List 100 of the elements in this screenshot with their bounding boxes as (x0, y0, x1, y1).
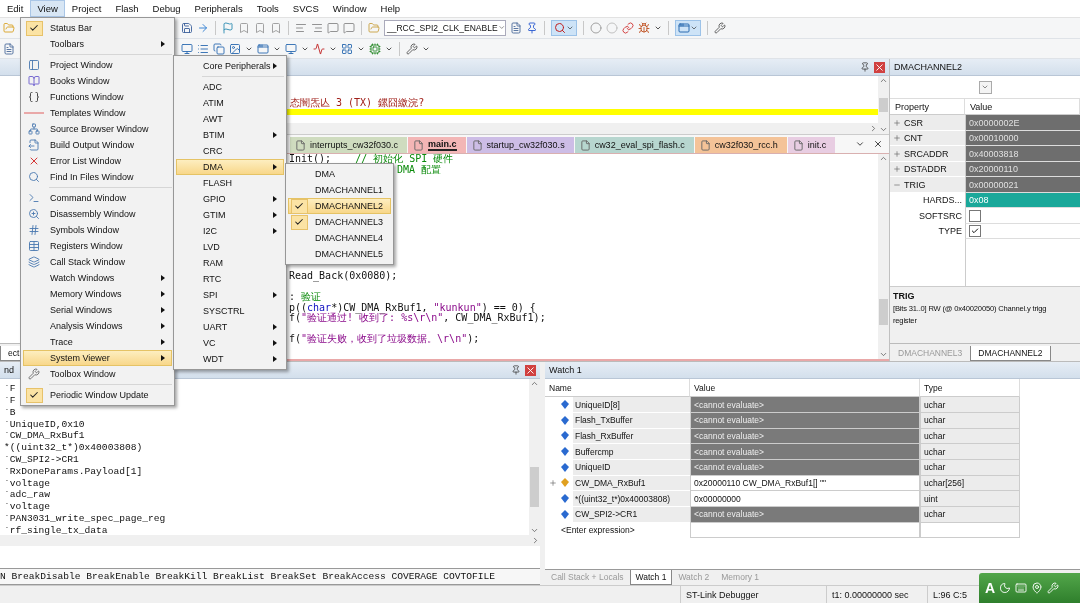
menu-item[interactable]: SPI (176, 287, 284, 303)
checkbox[interactable] (969, 225, 981, 238)
bookmark-icon[interactable] (238, 21, 250, 34)
folder-icon[interactable] (3, 21, 15, 34)
menu-item[interactable]: BTIM (176, 127, 284, 143)
menu-item[interactable]: ATIM (176, 95, 284, 111)
menu-item[interactable]: GTIM (176, 207, 284, 223)
flag-icon[interactable] (222, 21, 234, 34)
menu-item[interactable]: DMACHANNEL1 (288, 182, 391, 198)
file-tab[interactable]: main.c (408, 137, 466, 154)
vertical-scrollbar[interactable] (878, 154, 889, 360)
menu-title[interactable]: Debug (145, 0, 188, 17)
menu-item[interactable]: Periodic Window Update (23, 387, 172, 403)
breakpoint-icon[interactable] (590, 21, 602, 34)
grid-icon[interactable] (341, 42, 353, 55)
menu-item[interactable]: Build Output Window (23, 137, 172, 153)
panel-tab[interactable]: DMACHANNEL2 (970, 346, 1051, 362)
image-icon[interactable] (229, 42, 241, 55)
list-icon[interactable] (197, 42, 209, 55)
signal-icon[interactable] (313, 42, 325, 55)
menu-item[interactable]: Watch Windows (23, 270, 172, 286)
menu-item[interactable]: DMACHANNEL2 (288, 198, 391, 214)
menu-item[interactable]: DMACHANNEL4 (288, 230, 391, 246)
menu-item[interactable]: VC (176, 335, 284, 351)
arrow-icon[interactable] (197, 21, 209, 34)
menu-item[interactable]: Books Window (23, 73, 172, 89)
menu-item[interactable]: Functions Window (23, 89, 172, 105)
keyboard-icon[interactable] (1015, 582, 1028, 594)
file-tab[interactable]: cw32f030_rcc.h (694, 137, 787, 154)
find-combo[interactable]: __RCC_SPI2_CLK_ENABLE (384, 19, 506, 36)
link-icon[interactable] (622, 21, 634, 34)
menu-item[interactable]: LVD (176, 239, 284, 255)
close-icon[interactable] (874, 61, 885, 73)
menu-item[interactable]: UART (176, 319, 284, 335)
file-tab[interactable]: cw32_eval_spi_flash.c (574, 137, 694, 154)
menu-item[interactable]: Source Browser Window (23, 121, 172, 137)
scrollbar-thumb[interactable] (879, 98, 888, 113)
scroll-right-icon[interactable] (869, 124, 878, 134)
pin-icon[interactable] (511, 364, 521, 375)
menu-title[interactable]: Edit (0, 0, 31, 17)
scrollbar-thumb[interactable] (879, 298, 888, 325)
bug-icon[interactable] (638, 21, 650, 34)
menu-item[interactable]: AWT (176, 111, 284, 127)
pin-icon[interactable] (860, 61, 870, 72)
menu-item[interactable]: Core Peripherals (176, 58, 284, 74)
menu-item[interactable]: Call Stack Window (23, 254, 172, 270)
vertical-scrollbar[interactable] (878, 76, 889, 135)
menu-item[interactable]: Disassembly Window (23, 206, 172, 222)
input-mode-label[interactable]: A (985, 580, 996, 596)
command-input[interactable]: N BreakDisable BreakEnable BreakKill BreakList BreakSet BreakAccess COVERAGE COVTOFILE (0, 568, 540, 586)
expand-icon[interactable] (893, 134, 901, 143)
tools-icon[interactable] (406, 42, 418, 55)
menu-item[interactable]: DMACHANNEL5 (288, 246, 391, 262)
save-icon[interactable] (181, 21, 193, 34)
file-icon[interactable] (510, 21, 522, 34)
pin-icon[interactable] (1031, 582, 1044, 594)
menu-item[interactable]: GPIO (176, 191, 284, 207)
menu-item[interactable]: CRC (176, 143, 284, 159)
menu-item[interactable]: Toolbars (23, 36, 172, 52)
menu-item[interactable]: DMACHANNEL3 (288, 214, 391, 230)
comment-icon[interactable] (343, 21, 355, 34)
checkbox[interactable] (969, 209, 981, 222)
menu-title[interactable]: Window (325, 0, 374, 17)
chip-icon[interactable] (369, 42, 381, 55)
copy-icon[interactable] (213, 42, 225, 55)
file-tab[interactable]: interrupts_cw32f030.c (290, 137, 408, 154)
menu-title[interactable]: SVCS (285, 0, 326, 17)
close-icon[interactable] (873, 139, 883, 150)
menu-item[interactable]: Serial Windows (23, 302, 172, 318)
menu-item[interactable]: RTC (176, 271, 284, 287)
menu-item[interactable]: DMA (288, 166, 391, 182)
menu-item[interactable]: Status Bar (23, 20, 172, 36)
property-name[interactable]: SRCADDR (890, 146, 965, 162)
menu-title[interactable]: Help (373, 0, 408, 17)
wrench-icon[interactable] (714, 21, 726, 34)
panel-tab[interactable]: Watch 1 (629, 570, 673, 586)
menu-item[interactable]: RAM (176, 255, 284, 271)
indent-icon[interactable] (295, 21, 307, 34)
window-icon[interactable] (257, 42, 269, 55)
monitor-icon[interactable] (181, 42, 193, 55)
bookmark-icon[interactable] (254, 21, 266, 34)
expand-icon[interactable] (549, 478, 557, 487)
horizontal-scrollbar[interactable] (0, 535, 540, 547)
file-tab[interactable]: startup_cw32f030.s (466, 137, 574, 154)
menu-item[interactable]: DMA (176, 159, 284, 175)
monitor-icon[interactable] (285, 42, 297, 55)
property-name[interactable]: TRIG (890, 177, 965, 193)
expand-icon[interactable] (893, 149, 901, 158)
menu-item[interactable]: ADC (176, 79, 284, 95)
expand-icon[interactable] (893, 118, 901, 127)
menu-item[interactable]: Analysis Windows (23, 318, 172, 334)
menu-title[interactable]: View (30, 0, 65, 17)
menu-title[interactable]: Project (64, 0, 109, 17)
menu-item[interactable]: WDT (176, 351, 284, 367)
expand-icon[interactable] (893, 165, 901, 174)
menu-item[interactable]: Toolbox Window (23, 366, 172, 382)
moon-icon[interactable] (999, 582, 1012, 594)
folder-icon[interactable] (368, 21, 380, 34)
menu-title[interactable]: Peripherals (187, 0, 250, 17)
menu-item[interactable]: Registers Window (23, 238, 172, 254)
